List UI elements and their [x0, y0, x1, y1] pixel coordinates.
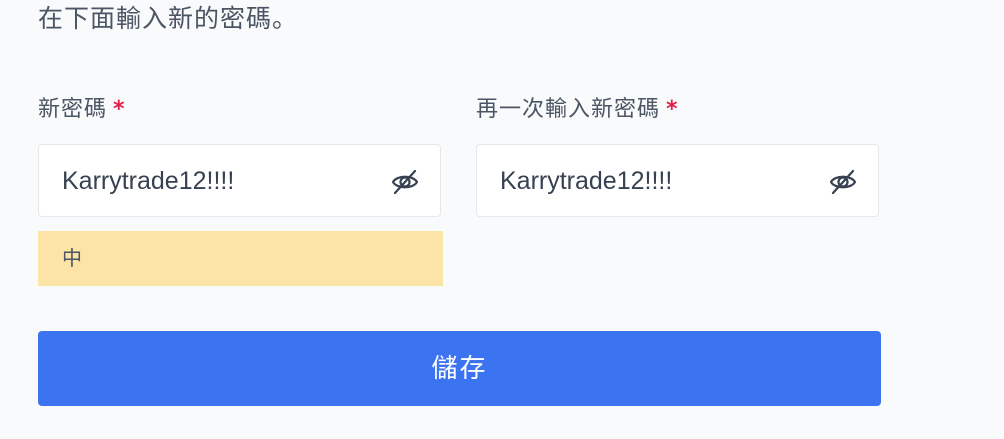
required-marker: *: [666, 97, 679, 122]
new-password-field: 新密碼 * Karrytrade12!!!!: [38, 95, 443, 217]
new-password-value: Karrytrade12!!!!: [62, 167, 235, 195]
new-password-label-text: 新密碼: [38, 97, 108, 122]
new-password-input[interactable]: Karrytrade12!!!!: [38, 144, 441, 217]
confirm-password-input[interactable]: Karrytrade12!!!!: [476, 144, 879, 217]
eye-slash-icon[interactable]: [828, 167, 858, 197]
confirm-password-value: Karrytrade12!!!!: [500, 167, 673, 195]
save-button[interactable]: 儲存: [38, 331, 881, 406]
confirm-password-label-text: 再一次輸入新密碼: [476, 97, 661, 122]
confirm-password-field: 再一次輸入新密碼 * Karrytrade12!!!!: [476, 95, 881, 217]
required-marker: *: [113, 97, 126, 122]
confirm-password-label: 再一次輸入新密碼 *: [476, 95, 881, 125]
password-strength-indicator: 中: [38, 231, 443, 286]
new-password-label: 新密碼 *: [38, 95, 443, 125]
eye-slash-icon[interactable]: [390, 167, 420, 197]
instruction-text: 在下面輸入新的密碼。: [38, 4, 299, 33]
